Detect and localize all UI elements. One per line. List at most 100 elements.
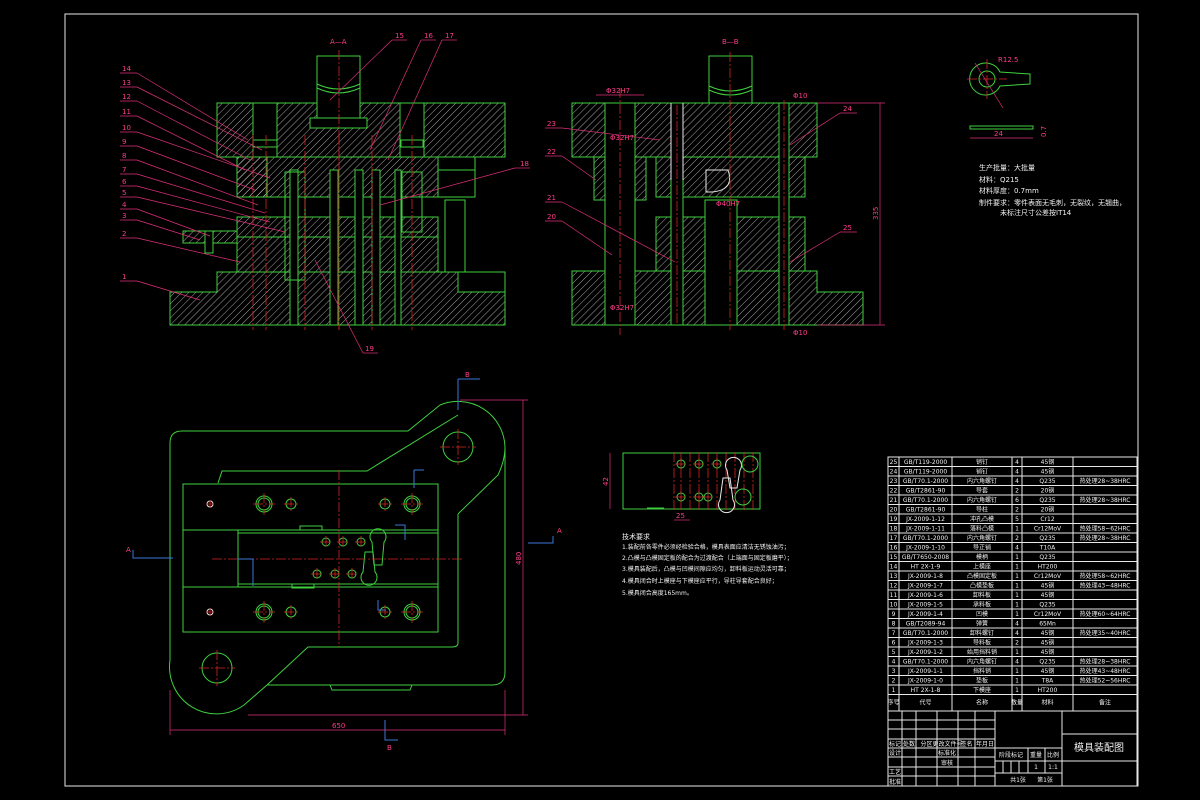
table-cell: 热处理35~40HRC	[1080, 629, 1131, 637]
table-header-cell: 备注	[1099, 699, 1111, 707]
table-cell: 11	[890, 592, 898, 599]
role-label: 批准	[889, 778, 901, 786]
table-header-cell: 数量	[1011, 699, 1023, 707]
strip-layout: 42 25	[602, 452, 761, 521]
table-cell: JX-2009-1-7	[907, 583, 943, 590]
table-cell: HT 2X-1-9	[911, 564, 941, 571]
blank-shape	[725, 456, 742, 489]
table-cell: GB/T2089-94	[906, 621, 946, 628]
table-cell: 冲孔凸模	[970, 515, 994, 523]
table-cell: 4	[1015, 478, 1019, 485]
table-cell: 导料板	[973, 639, 991, 647]
stop-pin	[299, 525, 323, 531]
table-cell: 1	[1015, 602, 1019, 609]
table-cell: 导柱	[976, 506, 988, 514]
table-cell: 热处理43~48HRC	[1080, 582, 1131, 590]
callout-number: 14	[122, 65, 131, 73]
table-cell: JX-2009-1-0	[907, 678, 943, 685]
table-cell: 45钢	[1041, 629, 1055, 637]
table-cell: 17	[890, 535, 898, 542]
table-cell: 4	[1015, 459, 1019, 466]
table-cell: 1	[1015, 526, 1019, 533]
table-cell: 热处理28~38HRC	[1080, 658, 1131, 666]
callout-number: 7	[122, 166, 126, 174]
stage-header: 阶段标记	[999, 751, 1023, 759]
spec-line: 制件要求：零件表面无毛刺，无裂纹，无翘曲，	[979, 198, 1126, 207]
table-cell: 12	[890, 583, 898, 590]
section-marker-a: A	[557, 527, 562, 535]
table-cell: Cr12MoV	[1034, 611, 1062, 618]
spec-line: 材料厚度：0.7mm	[979, 186, 1039, 195]
table-cell: GB/T70.1-2000	[903, 535, 948, 542]
table-cell: 45钢	[1041, 591, 1055, 599]
dimension-label: R12.5	[998, 56, 1018, 64]
guide-post	[444, 199, 466, 273]
drawing-title: 模具装配图	[1074, 741, 1124, 754]
table-cell: 销钉	[976, 458, 988, 466]
blank-shape	[734, 488, 752, 506]
table-cell: JX-2009-1-2	[907, 649, 943, 656]
table-cell: 2	[1015, 640, 1019, 647]
parts-list-table: 25 GB/T119-2000 销钉 4 45钢24 GB/T119-2000 销钉 4 45钢…	[887, 456, 1138, 712]
table-cell: 14	[890, 564, 898, 571]
table-cell: 内六角螺钉	[967, 496, 997, 504]
callout-number: 9	[122, 138, 126, 146]
callout-number: 3	[122, 212, 126, 220]
outline-path	[457, 446, 506, 515]
table-cell: GB/T70.1-2000	[903, 497, 948, 504]
table-cell: JX-2009-1-5	[907, 602, 943, 609]
table-cell: 上模座	[973, 563, 991, 571]
punch	[394, 169, 402, 326]
table-cell: 5	[892, 649, 896, 656]
table-cell: 2	[892, 678, 896, 685]
spec-line: 生产批量：大批量	[979, 163, 1035, 172]
table-cell: JX-2009-1-3	[907, 640, 943, 647]
table-cell: 45钢	[1041, 648, 1055, 656]
table-cell: 1	[1015, 554, 1019, 561]
table-cell: 热处理58~62HRC	[1080, 525, 1131, 533]
table-cell: 16	[890, 545, 898, 552]
note-item: 3.模具装配后，凸模与凹模间隙应均匀，卸料板运动灵活可靠；	[622, 565, 790, 573]
callout-number: 20	[547, 213, 556, 221]
callout-number: 22	[547, 148, 556, 156]
table-cell: 23	[890, 478, 898, 485]
section-marker-b: B	[387, 744, 392, 752]
table-cell: 18	[890, 526, 898, 533]
punch-holder-left	[236, 156, 268, 198]
callout-number: 17	[445, 32, 454, 40]
dimension-label: Φ40H7	[716, 200, 740, 208]
revision-header: 更改文件号	[932, 740, 962, 748]
callout-number: 18	[520, 160, 529, 168]
table-cell: JX-2009-1-12	[905, 516, 945, 523]
table-header-cell: 名称	[976, 699, 988, 707]
revision-header: 年月日	[976, 740, 994, 748]
table-cell: 弹簧	[976, 620, 988, 628]
revision-header: 处数	[903, 740, 915, 748]
callout-number: 23	[547, 120, 556, 128]
punch-opening	[704, 199, 738, 326]
table-cell: 内六角螺钉	[967, 477, 997, 485]
table-cell: 内六角螺钉	[967, 658, 997, 666]
dimension-height: 335	[872, 207, 880, 220]
table-cell: JX-2009-1-11	[905, 526, 945, 533]
table-cell: 15	[890, 554, 898, 561]
table-cell: 热处理43~48HRC	[1080, 667, 1131, 675]
table-cell: 45钢	[1041, 458, 1055, 466]
callout-number: 25	[843, 224, 852, 232]
blank-shape	[741, 455, 759, 473]
blanking-opening	[369, 528, 387, 566]
table-cell: 热处理28~38HRC	[1080, 477, 1131, 485]
table-cell: 8	[892, 621, 896, 628]
outline-path	[267, 684, 413, 691]
lower-die-base-outline	[169, 400, 506, 715]
table-cell: 45钢	[1041, 468, 1055, 476]
dimension-height: 480	[515, 552, 523, 565]
role-label: 审核	[941, 759, 953, 767]
callout-number: 5	[122, 189, 126, 197]
section-view-a-a: A—A 14 13 12 11 10 9 8 7 6 5 4 3 2 1 15 16 17 18 19	[120, 32, 530, 354]
dimension-label: Φ32H7	[610, 304, 634, 312]
table-cell: 21	[890, 497, 898, 504]
table-cell: Q235	[1039, 535, 1055, 542]
role-label: 工艺	[889, 768, 901, 776]
table-cell: Q235	[1039, 554, 1055, 561]
